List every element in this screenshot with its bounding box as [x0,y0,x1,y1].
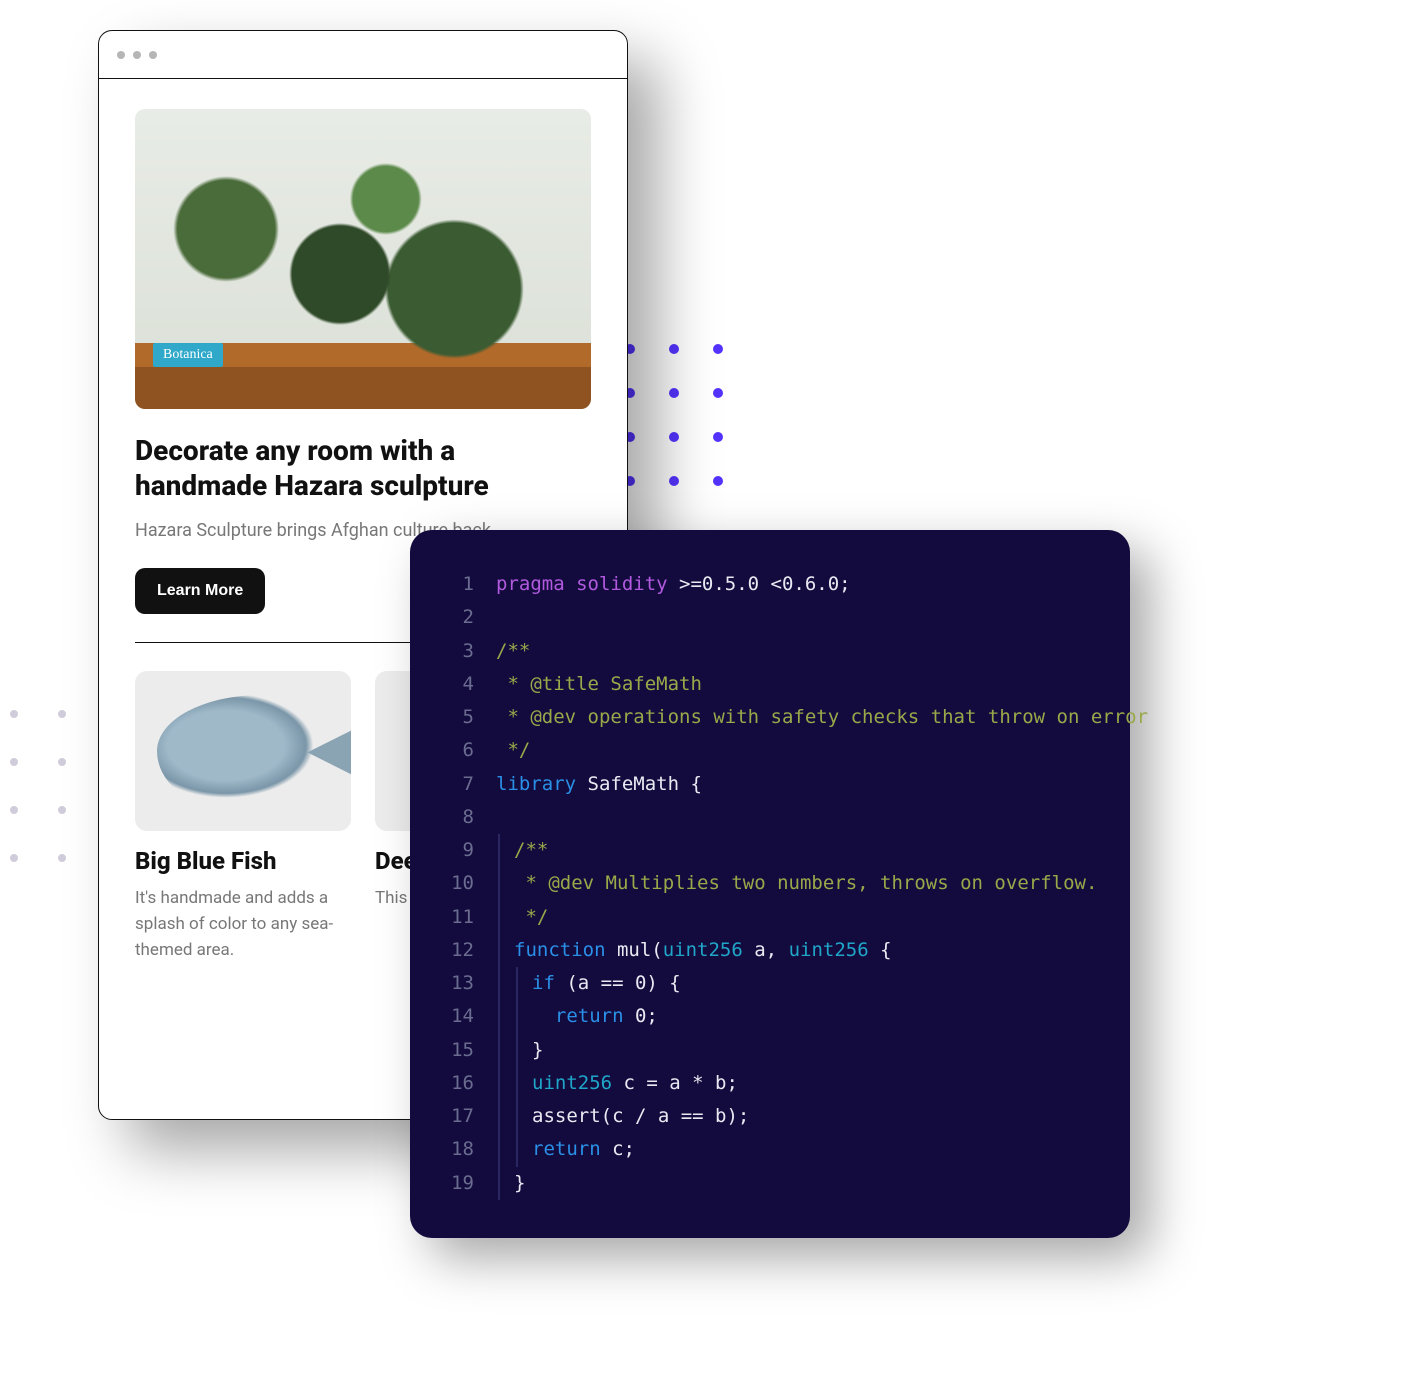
code-line: 1 pragma solidity >=0.5.0 <0.6.0; [440,568,1090,601]
code-line: 9 /** [440,834,1090,867]
line-number: 3 [440,635,474,668]
line-number: 4 [440,668,474,701]
code-line: 18 return c; [440,1133,1090,1166]
code-text: assert(c / a == b); [496,1100,749,1133]
product-image [135,671,351,831]
code-line: 8 [440,801,1090,834]
code-text: return 0; [496,1000,658,1033]
code-text: return c; [496,1133,635,1166]
line-number: 15 [440,1034,474,1067]
line-number: 19 [440,1167,474,1200]
line-number: 17 [440,1100,474,1133]
code-text: pragma solidity >=0.5.0 <0.6.0; [496,568,851,601]
line-number: 5 [440,701,474,734]
product-title: Big Blue Fish [135,847,351,875]
code-line: 11 */ [440,901,1090,934]
fish-icon [157,695,330,807]
code-line: 12 function mul(uint256 a, uint256 { [440,934,1090,967]
botanica-label: Botanica [153,343,223,367]
code-editor: 1pragma solidity >=0.5.0 <0.6.0;23/**4 *… [410,530,1130,1238]
product-card[interactable]: Big Blue Fish It's handmade and adds a s… [135,671,351,964]
learn-more-button[interactable]: Learn More [135,568,265,614]
window-titlebar [99,31,627,79]
code-text: uint256 c = a * b; [496,1067,738,1100]
line-number: 2 [440,601,474,634]
code-line: 10 * @dev Multiplies two numbers, throws… [440,867,1090,900]
code-line: 19} [440,1167,1090,1200]
code-line: 4 * @title SafeMath [440,668,1090,701]
code-text: /** [496,834,548,867]
code-line: 14 return 0; [440,1000,1090,1033]
line-number: 14 [440,1000,474,1033]
code-text [496,801,514,834]
line-number: 11 [440,901,474,934]
code-line: 7 library SafeMath { [440,768,1090,801]
code-text: if (a == 0) { [496,967,681,1000]
code-line: 2 [440,601,1090,634]
line-number: 1 [440,568,474,601]
decorative-dots-purple [625,344,723,486]
code-text: } [496,1167,525,1200]
product-description: It's handmade and adds a splash of color… [135,885,351,964]
line-number: 10 [440,867,474,900]
line-number: 9 [440,834,474,867]
line-number: 12 [440,934,474,967]
line-number: 16 [440,1067,474,1100]
code-text: */ [496,901,548,934]
line-number: 8 [440,801,474,834]
code-text: * @dev operations with safety checks tha… [496,701,1148,734]
hero-image: Botanica [135,109,591,409]
code-line: 5 * @dev operations with safety checks t… [440,701,1090,734]
code-text: library SafeMath { [496,768,702,801]
code-line: 6 */ [440,734,1090,767]
code-text: * @dev Multiplies two numbers, throws on… [496,867,1097,900]
traffic-light-icon [133,51,141,59]
code-text: /** [496,635,530,668]
code-line: 13 if (a == 0) { [440,967,1090,1000]
code-text: } [496,1034,543,1067]
code-line: 16 uint256 c = a * b; [440,1067,1090,1100]
code-text: */ [496,734,530,767]
code-text: function mul(uint256 a, uint256 { [496,934,892,967]
line-number: 18 [440,1133,474,1166]
code-line: 15} [440,1034,1090,1067]
code-line: 3 /** [440,635,1090,668]
traffic-light-icon [149,51,157,59]
line-number: 7 [440,768,474,801]
article-title: Decorate any room with a handmade Hazara… [135,433,591,503]
line-number: 6 [440,734,474,767]
line-number: 13 [440,967,474,1000]
traffic-light-icon [117,51,125,59]
code-line: 17 assert(c / a == b); [440,1100,1090,1133]
code-text: * @title SafeMath [496,668,702,701]
